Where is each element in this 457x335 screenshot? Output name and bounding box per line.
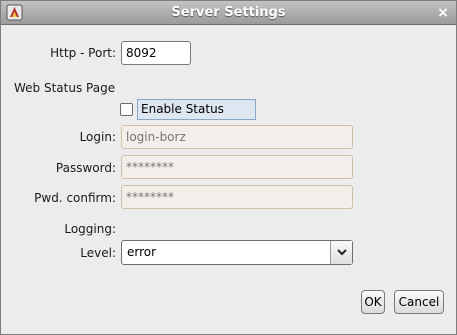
enable-status-label[interactable]: Enable Status page: [137, 99, 256, 135]
pwd-confirm-label: Pwd. confirm:: [34, 191, 116, 205]
server-settings-dialog: Server Settings × Http - Port: Web Statu…: [0, 0, 457, 335]
http-port-label: Http - Port:: [50, 46, 116, 60]
level-selected-value: error: [127, 245, 157, 259]
window-title: Server Settings: [171, 5, 286, 20]
password-label: Password:: [55, 161, 116, 175]
close-icon[interactable]: ×: [435, 5, 451, 21]
login-input[interactable]: [121, 125, 353, 149]
cancel-button[interactable]: Cancel: [394, 290, 444, 314]
level-select[interactable]: error: [121, 240, 353, 265]
level-label: Level:: [80, 246, 116, 260]
ok-button[interactable]: OK: [361, 290, 385, 314]
logging-heading: Logging:: [64, 222, 116, 236]
login-label: Login:: [79, 130, 116, 144]
password-input[interactable]: [121, 155, 353, 179]
enable-status-checkbox[interactable]: [120, 103, 133, 116]
pwd-confirm-input[interactable]: [121, 185, 353, 209]
web-status-heading: Web Status Page: [14, 81, 116, 95]
chevron-down-icon[interactable]: [330, 241, 352, 264]
title-bar[interactable]: Server Settings ×: [1, 1, 456, 25]
http-port-input[interactable]: [121, 41, 191, 65]
